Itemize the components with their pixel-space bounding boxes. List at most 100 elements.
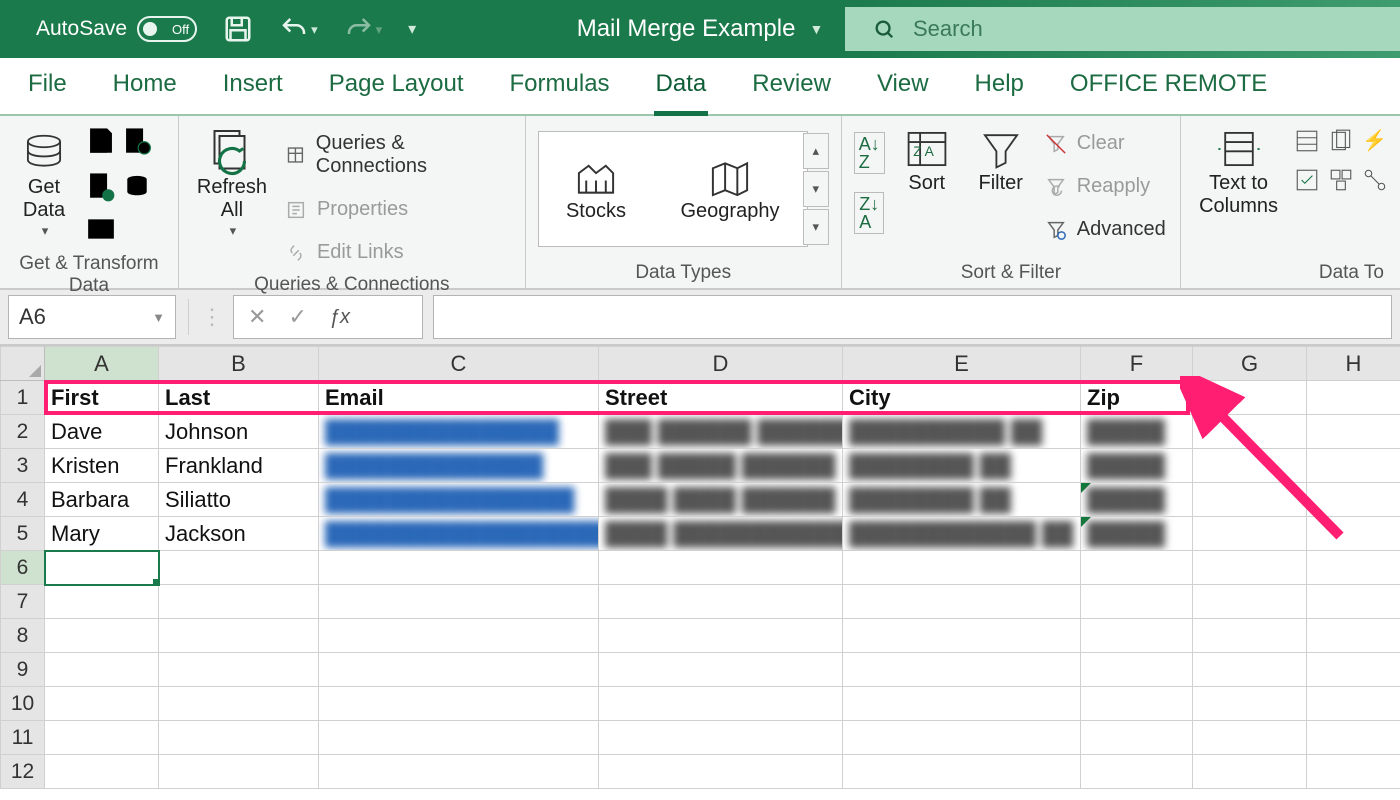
cell[interactable] [45,755,159,789]
col-header-C[interactable]: C [319,347,599,381]
cell[interactable] [599,721,843,755]
row-header-1[interactable]: 1 [1,381,45,415]
row-header-7[interactable]: 7 [1,585,45,619]
cell[interactable]: Dave [45,415,159,449]
cell[interactable] [1193,687,1307,721]
tab-insert[interactable]: Insert [221,58,285,114]
cell[interactable] [1081,721,1193,755]
cell[interactable] [599,755,843,789]
cell[interactable]: ██████████ ██ [843,415,1081,449]
document-title[interactable]: Mail Merge Example ▼ [577,15,824,43]
formula-input[interactable] [433,295,1392,339]
header-cell[interactable]: Email [319,381,599,415]
cell[interactable] [45,721,159,755]
flash-fill-icon[interactable] [1294,128,1320,159]
cell[interactable] [159,653,319,687]
row-header-11[interactable]: 11 [1,721,45,755]
get-data-button[interactable]: Get Data ▾ [12,126,76,242]
stocks-type-button[interactable]: Stocks [560,152,632,227]
cell[interactable] [599,585,843,619]
cell[interactable] [45,653,159,687]
save-button[interactable] [223,14,253,44]
cell[interactable] [1193,653,1307,687]
cell[interactable] [1081,687,1193,721]
col-header-A[interactable]: A [45,347,159,381]
cell[interactable] [319,687,599,721]
tab-office-remote[interactable]: OFFICE REMOTE [1068,58,1269,114]
undo-button[interactable]: ▾ [279,14,318,44]
cell[interactable]: ███████████████ [319,415,599,449]
cell[interactable] [159,619,319,653]
scroll-down-icon[interactable]: ▾ [803,171,829,207]
cell[interactable] [319,653,599,687]
row-header-8[interactable]: 8 [1,619,45,653]
more-icon[interactable]: ⚡ [1362,128,1388,159]
header-cell[interactable]: Last [159,381,319,415]
cell[interactable] [159,585,319,619]
advanced-filter-button[interactable]: Advanced [1043,214,1168,245]
col-header-H[interactable]: H [1307,347,1400,381]
cell[interactable] [159,721,319,755]
from-text-icon[interactable] [86,126,116,165]
expand-gallery-icon[interactable]: ▾ [803,209,829,245]
scroll-up-icon[interactable]: ▴ [803,133,829,169]
cell[interactable] [1081,551,1193,585]
cell[interactable] [843,721,1081,755]
cell[interactable]: ██████████████ [319,449,599,483]
cell[interactable]: ███ █████ ██████ [599,449,843,483]
header-cell[interactable]: Zip [1081,381,1193,415]
cell[interactable]: █████ [1081,415,1193,449]
cell[interactable]: ████████ ██ [843,449,1081,483]
cell[interactable] [1307,721,1400,755]
text-to-columns-button[interactable]: Text to Columns [1193,122,1284,222]
cell[interactable]: Kristen [45,449,159,483]
row-header-5[interactable]: 5 [1,517,45,551]
cell[interactable]: Barbara [45,483,159,517]
cell[interactable]: ████████████████ [319,483,599,517]
refresh-all-button[interactable]: Refresh All ▾ [191,122,273,242]
header-cell[interactable]: Street [599,381,843,415]
cell[interactable] [1193,619,1307,653]
spreadsheet-grid[interactable]: ABCDEFGH1FirstLastEmailStreetCityZip2Dav… [0,346,1400,789]
relationships-icon[interactable] [1362,167,1388,198]
cell[interactable] [1081,619,1193,653]
cell[interactable]: Jackson [159,517,319,551]
cell[interactable]: Mary [45,517,159,551]
cell[interactable] [843,653,1081,687]
cell[interactable] [159,687,319,721]
cell[interactable]: █████ [1081,449,1193,483]
row-header-12[interactable]: 12 [1,755,45,789]
sort-button[interactable]: Z A Sort [895,122,959,199]
tab-formulas[interactable]: Formulas [508,58,612,114]
tab-data[interactable]: Data [654,58,709,114]
cell[interactable] [1081,653,1193,687]
tab-file[interactable]: File [26,58,69,114]
qat-customize[interactable]: ▾ [408,19,416,39]
tab-page-layout[interactable]: Page Layout [327,58,466,114]
row-header-9[interactable]: 9 [1,653,45,687]
row-header-10[interactable]: 10 [1,687,45,721]
row-header-3[interactable]: 3 [1,449,45,483]
cell[interactable] [599,653,843,687]
cell[interactable]: █████████████████████ [319,517,599,551]
tab-home[interactable]: Home [111,58,179,114]
autosave-toggle[interactable]: AutoSave Off [36,16,197,42]
sort-desc-icon[interactable]: Z↓A [854,192,884,234]
consolidate-icon[interactable] [1328,167,1354,198]
tab-help[interactable]: Help [973,58,1026,114]
cell[interactable] [159,551,319,585]
cell[interactable] [843,585,1081,619]
row-header-6[interactable]: 6 [1,551,45,585]
cell[interactable]: ████ ████████████ ██ [599,517,843,551]
cell[interactable]: ████████████ ██ [843,517,1081,551]
queries-connections-button[interactable]: Queries & Connections [283,128,513,182]
cell[interactable] [45,687,159,721]
cell[interactable]: ████ ████ ██████ [599,483,843,517]
cell[interactable] [599,619,843,653]
cell[interactable] [319,619,599,653]
fx-icon[interactable]: ƒx [329,306,350,329]
header-cell[interactable]: First [45,381,159,415]
sort-asc-icon[interactable]: A↓Z [854,132,885,174]
from-web-icon[interactable] [122,126,152,165]
redo-button[interactable]: ▾ [344,14,383,44]
